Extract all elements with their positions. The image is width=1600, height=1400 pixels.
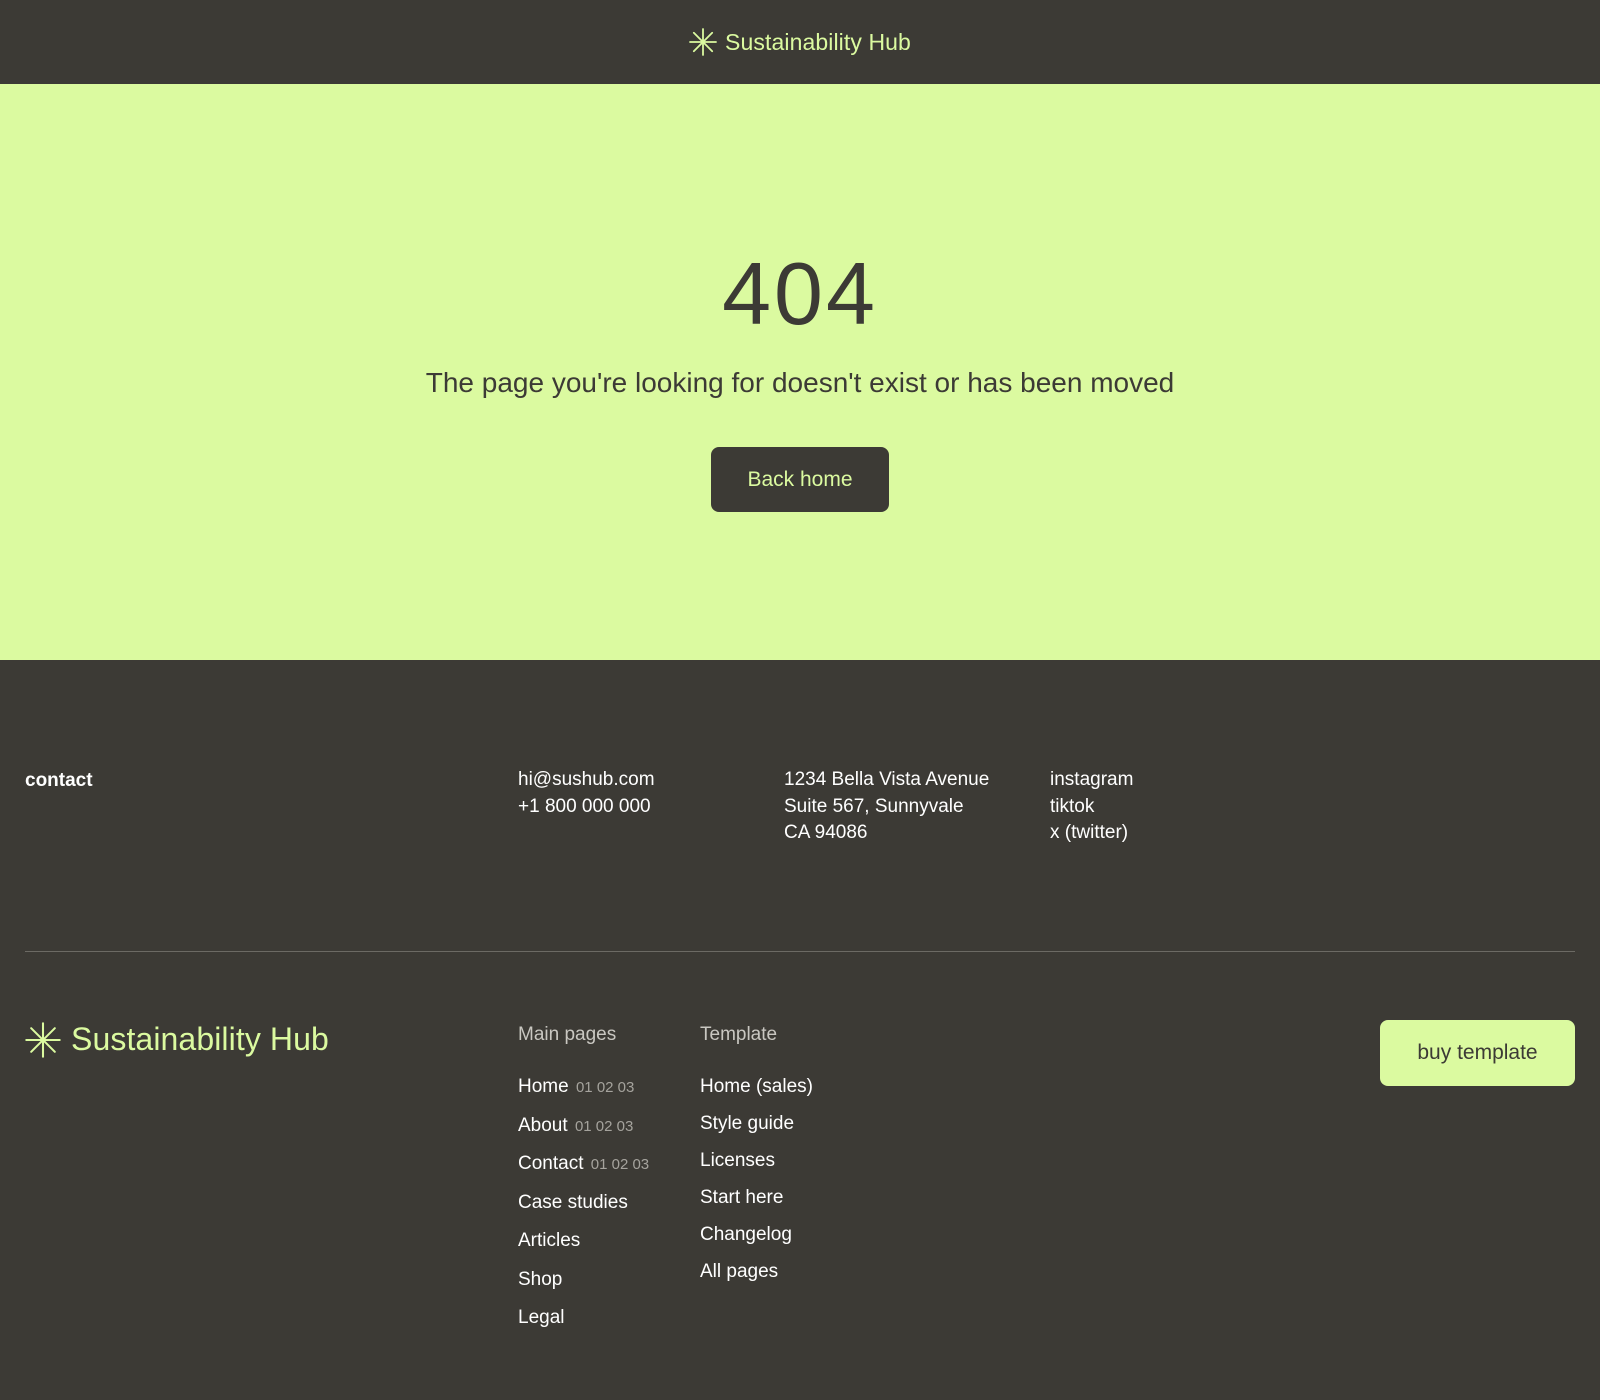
main-pages-nav: Main pages Home 01 02 03 About 01 02 03 …: [518, 1023, 649, 1345]
template-nav: Template Home (sales) Style guide Licens…: [700, 1023, 813, 1297]
header-brand-link[interactable]: Sustainability Hub: [689, 28, 911, 56]
address-line: CA 94086: [784, 822, 868, 843]
nav-link-variants: 01 02 03: [575, 1079, 635, 1096]
nav-link-case-studies[interactable]: Case studies: [518, 1191, 649, 1230]
phone-link[interactable]: +1 800 000 000: [518, 794, 655, 821]
buy-template-button[interactable]: buy template: [1380, 1020, 1575, 1086]
nav-link-all-pages[interactable]: All pages: [700, 1260, 813, 1297]
nav-link-contact[interactable]: Contact 01 02 03: [518, 1152, 649, 1191]
nav-link-shop[interactable]: Shop: [518, 1268, 649, 1307]
error-hero: 404 The page you're looking for doesn't …: [0, 84, 1600, 660]
footer-brand-name: Sustainability Hub: [71, 1021, 329, 1057]
nav-link-label: Contact: [518, 1153, 584, 1174]
nav-link-about[interactable]: About 01 02 03: [518, 1114, 649, 1153]
main-pages-heading: Main pages: [518, 1024, 617, 1045]
footer-brand-link[interactable]: Sustainability Hub: [25, 1021, 329, 1058]
nav-link-start-here[interactable]: Start here: [700, 1186, 813, 1223]
social-link-x[interactable]: x (twitter): [1050, 820, 1133, 847]
site-footer: contact hi@sushub.com +1 800 000 000 123…: [0, 660, 1600, 1400]
address-block: 1234 Bella Vista Avenue Suite 567, Sunny…: [784, 767, 989, 847]
address-line: 1234 Bella Vista Avenue: [784, 769, 990, 790]
nav-link-licenses[interactable]: Licenses: [700, 1149, 813, 1186]
template-heading: Template: [700, 1024, 778, 1045]
nav-link-home-sales[interactable]: Home (sales): [700, 1075, 813, 1112]
nav-link-changelog[interactable]: Changelog: [700, 1223, 813, 1260]
contact-heading: contact: [25, 770, 93, 791]
asterisk-star-icon: [689, 28, 717, 56]
nav-link-home[interactable]: Home 01 02 03: [518, 1075, 649, 1114]
nav-link-label: Home: [518, 1076, 569, 1097]
social-link-tiktok[interactable]: tiktok: [1050, 794, 1133, 821]
nav-link-label: About: [518, 1114, 568, 1136]
footer-divider: [25, 951, 1575, 952]
asterisk-star-icon: [25, 1021, 61, 1058]
nav-link-variants: 01 02 03: [574, 1117, 634, 1135]
error-message: The page you're looking for doesn't exis…: [425, 367, 1175, 398]
address-line: Suite 567, Sunnyvale: [784, 795, 964, 817]
header-brand-name: Sustainability Hub: [725, 28, 911, 55]
nav-link-variants: 01 02 03: [590, 1156, 650, 1173]
site-header: Sustainability Hub: [0, 0, 1600, 84]
error-code: 404: [722, 244, 878, 343]
nav-link-articles[interactable]: Articles: [518, 1229, 649, 1268]
contact-details: hi@sushub.com +1 800 000 000: [518, 767, 655, 820]
nav-link-legal[interactable]: Legal: [518, 1306, 649, 1345]
social-link-instagram[interactable]: instagram: [1050, 767, 1133, 794]
nav-link-style-guide[interactable]: Style guide: [700, 1112, 813, 1149]
back-home-button[interactable]: Back home: [711, 447, 889, 512]
social-links: instagram tiktok x (twitter): [1050, 767, 1133, 847]
email-link[interactable]: hi@sushub.com: [518, 767, 655, 794]
